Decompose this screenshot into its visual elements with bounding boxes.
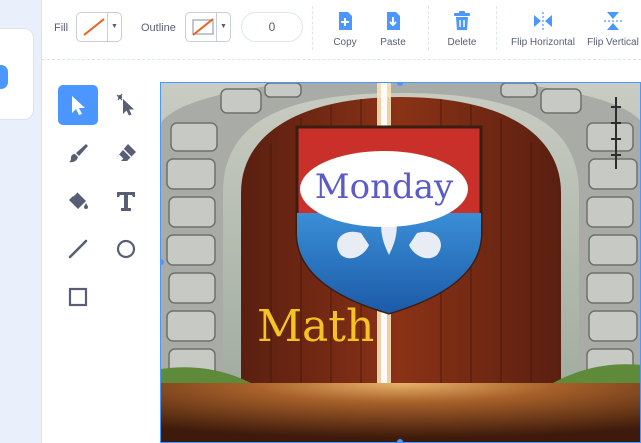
fill-tool[interactable] [58, 181, 98, 221]
eraser-tool[interactable] [106, 133, 146, 173]
paint-canvas[interactable]: Monday Math [160, 82, 641, 443]
outline-width-input[interactable]: 0 [241, 12, 303, 42]
text-tool[interactable] [106, 181, 146, 221]
no-fill-slash-icon [81, 17, 107, 37]
arrow-pointer-icon [72, 96, 85, 115]
line-tool[interactable] [58, 229, 98, 269]
reshape-tool[interactable] [106, 85, 146, 125]
costume-tab[interactable] [0, 28, 34, 120]
flip-horizontal-button[interactable]: Flip Horizontal [510, 10, 576, 50]
brush-icon [69, 144, 88, 163]
outline-label: Outline [141, 22, 176, 34]
castle-door-backdrop [161, 83, 640, 442]
delete-button[interactable]: Delete [444, 10, 480, 50]
paste-label: Paste [380, 37, 406, 48]
select-tool[interactable] [58, 85, 98, 125]
paint-editor-toolbar: Fill ▼ Outline ▼ 0 Copy Paste Delete Fli… [42, 0, 641, 60]
selection-handle[interactable] [397, 439, 403, 442]
banner-label[interactable]: Monday [301, 167, 467, 207]
divider [428, 6, 429, 50]
copy-icon [339, 12, 352, 30]
delete-label: Delete [447, 37, 477, 48]
costume-list-rail [0, 0, 42, 443]
flip-vertical-label: Flip Vertical [587, 37, 639, 48]
fill-color-picker[interactable]: ▼ [76, 12, 122, 42]
square-icon [68, 287, 88, 307]
divider [312, 6, 313, 50]
fill-label: Fill [54, 22, 69, 34]
paint-bucket-icon [69, 191, 88, 209]
divider [496, 6, 497, 50]
outline-color-picker[interactable]: ▼ [185, 12, 231, 42]
circle-icon [116, 239, 136, 259]
copy-button[interactable]: Copy [328, 10, 362, 50]
eraser-icon [116, 144, 136, 162]
circle-tool[interactable] [106, 229, 146, 269]
rectangle-tool[interactable] [58, 277, 98, 317]
copy-label: Copy [333, 37, 357, 48]
flip-horizontal-icon [534, 12, 552, 30]
chevron-down-icon: ▼ [216, 13, 230, 41]
reshape-pointer-icon [116, 93, 135, 116]
flip-vertical-icon [604, 12, 622, 30]
subject-label[interactable]: Math [257, 301, 374, 352]
no-outline-slash-icon [190, 17, 216, 37]
text-t-icon [117, 192, 135, 211]
brush-tool[interactable] [58, 133, 98, 173]
paste-button[interactable]: Paste [376, 10, 410, 50]
trash-icon [454, 11, 470, 30]
selected-indicator [0, 65, 8, 89]
flip-horizontal-label: Flip Horizontal [511, 37, 575, 48]
paste-icon [387, 12, 400, 30]
line-icon [68, 239, 88, 259]
chevron-down-icon: ▼ [107, 13, 121, 41]
flip-vertical-button[interactable]: Flip Vertical [586, 10, 640, 50]
